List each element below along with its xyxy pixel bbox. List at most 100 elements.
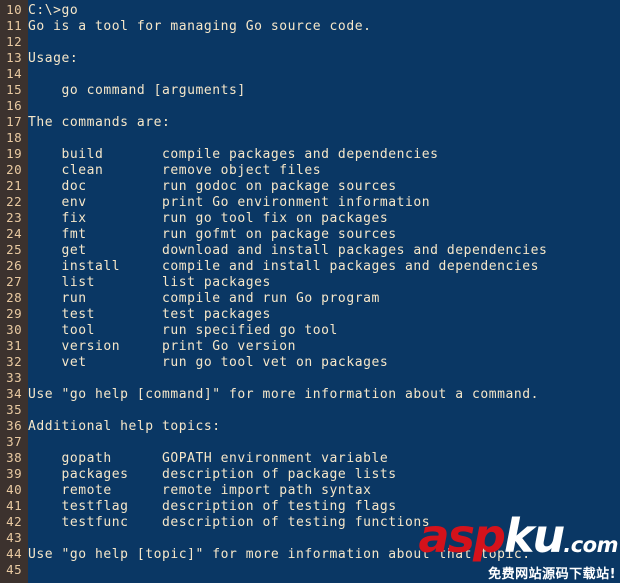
- line-text: tool run specified go tool: [28, 323, 338, 338]
- line-number: 24: [6, 226, 22, 241]
- console-line: 14: [0, 66, 620, 82]
- console-line: 12: [0, 34, 620, 50]
- line-text: Go is a tool for managing Go source code…: [28, 19, 372, 34]
- line-number: 42: [6, 514, 22, 529]
- console-line: 38 gopath GOPATH environment variable: [0, 450, 620, 466]
- line-number: 19: [6, 146, 22, 161]
- console-line: 25 get download and install packages and…: [0, 242, 620, 258]
- line-text: Use "go help [command]" for more informa…: [28, 387, 539, 402]
- line-text: testflag description of testing flags: [28, 499, 397, 514]
- line-number: 34: [6, 386, 22, 401]
- line-text: packages description of package lists: [28, 467, 397, 482]
- console-line: 33: [0, 370, 620, 386]
- console-line: 23 fix run go tool fix on packages: [0, 210, 620, 226]
- line-number: 23: [6, 210, 22, 225]
- line-number: 28: [6, 290, 22, 305]
- line-number: 25: [6, 242, 22, 257]
- line-text: go command [arguments]: [28, 83, 246, 98]
- console-line: 35: [0, 402, 620, 418]
- console-line: 13 Usage:: [0, 50, 620, 66]
- line-number: 12: [6, 34, 22, 49]
- console-output: 10 C:\>go 11 Go is a tool for managing Go s…: [0, 0, 620, 578]
- line-text: The commands are:: [28, 115, 171, 130]
- line-text: run compile and run Go program: [28, 291, 380, 306]
- console-line: 34 Use "go help [command]" for more infor…: [0, 386, 620, 402]
- console-line: 11 Go is a tool for managing Go source co…: [0, 18, 620, 34]
- console-line: 36 Additional help topics:: [0, 418, 620, 434]
- line-text: gopath GOPATH environment variable: [28, 451, 389, 466]
- console-line: 19 build compile packages and dependenci…: [0, 146, 620, 162]
- console-line: 17 The commands are:: [0, 114, 620, 130]
- line-number: 37: [6, 434, 22, 449]
- line-number: 16: [6, 98, 22, 113]
- line-text: remote remote import path syntax: [28, 483, 372, 498]
- line-text: Additional help topics:: [28, 419, 221, 434]
- line-number: 21: [6, 178, 22, 193]
- line-number: 27: [6, 274, 22, 289]
- line-number: 43: [6, 530, 22, 545]
- watermark-tld: .com: [563, 533, 618, 557]
- line-number: 45: [6, 562, 22, 577]
- console-line: 21 doc run godoc on package sources: [0, 178, 620, 194]
- line-text: testfunc description of testing function…: [28, 515, 431, 530]
- line-text: test test packages: [28, 307, 271, 322]
- console-line: 28 run compile and run Go program: [0, 290, 620, 306]
- line-number: 29: [6, 306, 22, 321]
- line-text: fix run go tool fix on packages: [28, 211, 389, 226]
- watermark-word-first: asp: [418, 509, 506, 563]
- console-line: 10 C:\>go: [0, 2, 620, 18]
- line-number: 40: [6, 482, 22, 497]
- line-number: 14: [6, 66, 22, 81]
- console-line: 32 vet run go tool vet on packages: [0, 354, 620, 370]
- line-number: 17: [6, 114, 22, 129]
- line-text: get download and install packages and de…: [28, 243, 548, 258]
- line-number: 39: [6, 466, 22, 481]
- line-text: vet run go tool vet on packages: [28, 355, 389, 370]
- console-line: 37: [0, 434, 620, 450]
- line-number: 44: [6, 546, 22, 561]
- line-text: build compile packages and dependencies: [28, 147, 439, 162]
- line-number: 15: [6, 82, 22, 97]
- console-line: 31 version print Go version: [0, 338, 620, 354]
- line-text: install compile and install packages and…: [28, 259, 539, 274]
- console-line: 29 test test packages: [0, 306, 620, 322]
- site-watermark: aspku.com 免费网站源码下载站!: [419, 513, 619, 582]
- line-number: 33: [6, 370, 22, 385]
- line-number: 20: [6, 162, 22, 177]
- line-number: 35: [6, 402, 22, 417]
- console-line: 18: [0, 130, 620, 146]
- console-line: 39 packages description of package lists: [0, 466, 620, 482]
- line-number: 36: [6, 418, 22, 433]
- console-line: 15 go command [arguments]: [0, 82, 620, 98]
- line-number: 10: [6, 2, 22, 17]
- line-number: 41: [6, 498, 22, 513]
- watermark-wordmark: aspku.com: [419, 513, 619, 567]
- line-text: fmt run gofmt on package sources: [28, 227, 397, 242]
- console-line: 40 remote remote import path syntax: [0, 482, 620, 498]
- line-number: 26: [6, 258, 22, 273]
- line-text: C:\>go: [28, 3, 79, 18]
- line-number: 11: [6, 18, 22, 33]
- line-text: clean remove object files: [28, 163, 322, 178]
- line-number: 38: [6, 450, 22, 465]
- line-text: list list packages: [28, 275, 271, 290]
- line-text: env print Go environment information: [28, 195, 431, 210]
- line-text: version print Go version: [28, 339, 297, 354]
- line-number: 31: [6, 338, 22, 353]
- console-line: 20 clean remove object files: [0, 162, 620, 178]
- console-window: 10 C:\>go 11 Go is a tool for managing Go s…: [0, 0, 620, 583]
- line-number: 32: [6, 354, 22, 369]
- console-line: 30 tool run specified go tool: [0, 322, 620, 338]
- line-number: 22: [6, 194, 22, 209]
- console-line: 22 env print Go environment information: [0, 194, 620, 210]
- line-number: 30: [6, 322, 22, 337]
- console-line: 16: [0, 98, 620, 114]
- watermark-word-second: ku: [503, 509, 565, 563]
- line-number: 13: [6, 50, 22, 65]
- line-text: Usage:: [28, 51, 79, 66]
- line-text: doc run godoc on package sources: [28, 179, 397, 194]
- line-number: 18: [6, 130, 22, 145]
- console-line: 24 fmt run gofmt on package sources: [0, 226, 620, 242]
- watermark-subtitle: 免费网站源码下载站!: [488, 567, 616, 582]
- console-line: 27 list list packages: [0, 274, 620, 290]
